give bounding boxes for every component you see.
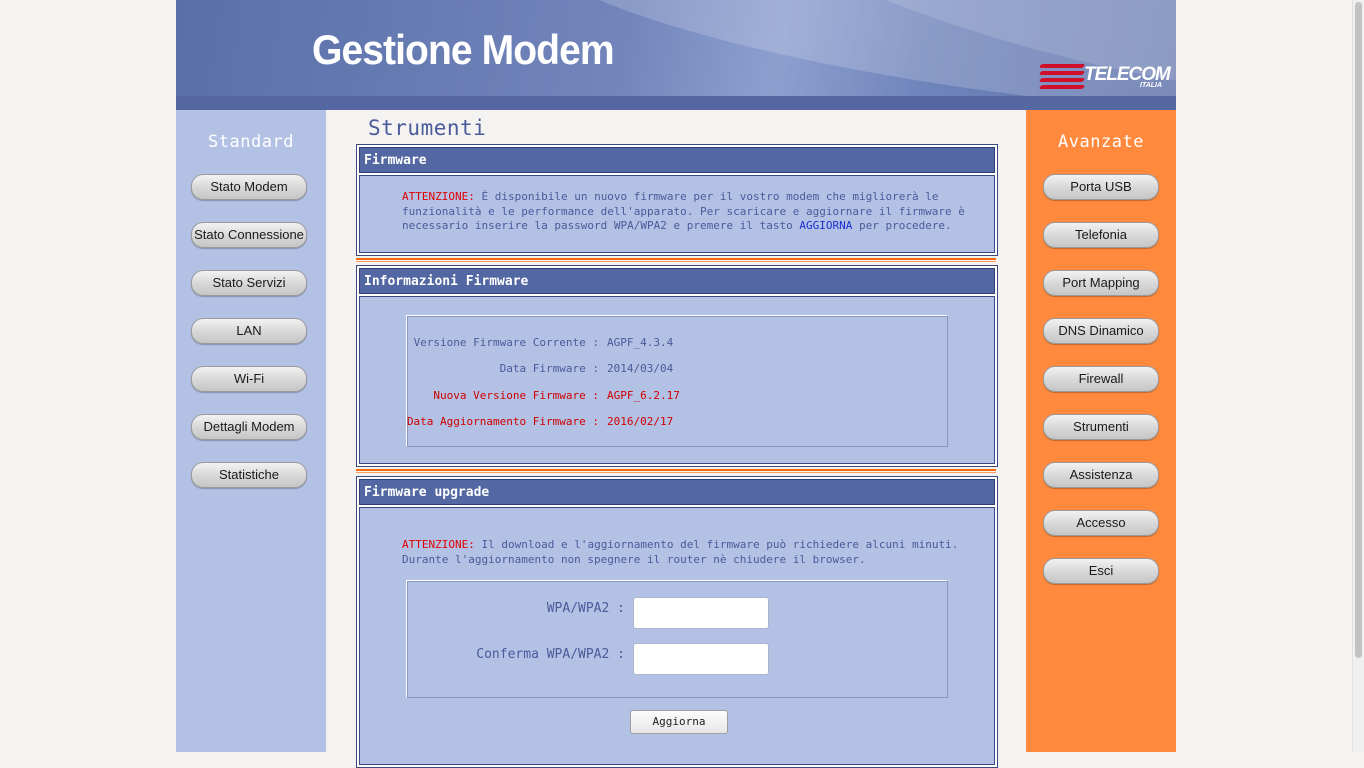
nav-porta-usb[interactable]: Porta USB — [1043, 174, 1159, 200]
vertical-scrollbar[interactable] — [1352, 0, 1364, 752]
info-value: AGPF_6.2.17 — [607, 389, 680, 402]
nav-strumenti[interactable]: Strumenti — [1043, 414, 1159, 440]
nav-stato-modem[interactable]: Stato Modem — [191, 174, 307, 200]
notice-text: È disponibile un nuovo firmware per il v… — [474, 190, 939, 203]
right-sidebar: Avanzate Porta USB Telefonia Port Mappin… — [1026, 110, 1176, 752]
section-divider — [356, 469, 996, 473]
nav-assistenza[interactable]: Assistenza — [1043, 462, 1159, 488]
left-sidebar-title: Standard — [208, 132, 294, 152]
logo-subtitle: ITALIA — [1140, 82, 1163, 89]
aggiorna-button[interactable]: Aggiorna — [630, 710, 728, 734]
firmware-info-panel: Informazioni Firmware Versione Firmware … — [356, 265, 998, 467]
right-sidebar-title: Avanzate — [1058, 132, 1144, 152]
nav-wifi[interactable]: Wi-Fi — [191, 366, 307, 392]
main-content: Strumenti Firmware ATTENZIONE: È disponi… — [326, 110, 1026, 768]
nav-firewall[interactable]: Firewall — [1043, 366, 1159, 392]
firmware-info-body: Versione Firmware Corrente : AGPF_4.3.4 … — [359, 296, 995, 464]
nav-accesso[interactable]: Accesso — [1043, 510, 1159, 536]
notice-text: Durante l'aggiornamento non spegnere il … — [402, 552, 866, 566]
nav-lan[interactable]: LAN — [191, 318, 307, 344]
firmware-upgrade-header: Firmware upgrade — [359, 479, 995, 505]
firmware-info-box: Versione Firmware Corrente : AGPF_4.3.4 … — [406, 315, 948, 447]
firmware-upgrade-panel: Firmware upgrade ATTENZIONE: Il download… — [356, 476, 998, 768]
confirm-wpa-password-input[interactable] — [633, 643, 769, 675]
nav-stato-connessione[interactable]: Stato Connessione — [191, 222, 307, 248]
page-title: Strumenti — [368, 116, 487, 140]
aggiorna-link-text: AGGIORNA — [799, 219, 853, 232]
telecom-logo: TELECOM ITALIA — [1038, 60, 1171, 94]
info-label: Data Aggiornamento Firmware : — [406, 415, 599, 428]
nav-port-mapping[interactable]: Port Mapping — [1043, 270, 1159, 296]
notice-text: Il download e l'aggiornamento del firmwa… — [474, 538, 959, 551]
attention-label: ATTENZIONE: — [402, 538, 475, 551]
left-sidebar: Standard Stato Modem Stato Connessione S… — [176, 110, 326, 752]
nav-dns-dinamico[interactable]: DNS Dinamico — [1043, 318, 1159, 344]
notice-text: necessario inserire la password WPA/WPA2… — [402, 219, 800, 232]
firmware-upgrade-body: ATTENZIONE: Il download e l'aggiornament… — [359, 507, 995, 765]
scrollbar-thumb[interactable] — [1355, 2, 1362, 658]
info-value: 2014/03/04 — [607, 362, 674, 375]
firmware-panel-header: Firmware — [359, 147, 995, 173]
nav-stato-servizi[interactable]: Stato Servizi — [191, 270, 307, 296]
notice-text: funzionalità e le performance dell'appar… — [402, 204, 965, 218]
info-label: Versione Firmware Corrente : — [413, 336, 599, 349]
firmware-panel: Firmware ATTENZIONE: È disponibile un nu… — [356, 144, 998, 256]
section-divider — [356, 258, 996, 262]
info-value: 2016/02/17 — [607, 415, 674, 428]
firmware-notice: ATTENZIONE: È disponibile un nuovo firmw… — [402, 190, 965, 234]
nav-esci[interactable]: Esci — [1043, 558, 1159, 584]
header-band — [176, 96, 1176, 110]
upgrade-notice: ATTENZIONE: Il download e l'aggiornament… — [402, 538, 958, 567]
header-banner: Gestione Modem TELECOM ITALIA — [176, 0, 1176, 110]
attention-label: ATTENZIONE: — [402, 190, 475, 203]
password-form: WPA/WPA2 : Conferma WPA/WPA2 : — [406, 580, 948, 698]
info-value: AGPF_4.3.4 — [607, 336, 674, 349]
info-label: Nuova Versione Firmware : — [433, 389, 599, 402]
wpa-label: WPA/WPA2 : — [546, 601, 625, 616]
confirm-wpa-label: Conferma WPA/WPA2 : — [476, 647, 625, 662]
nav-dettagli-modem[interactable]: Dettagli Modem — [191, 414, 307, 440]
page-frame: Gestione Modem TELECOM ITALIA Standard S… — [176, 0, 1176, 768]
info-label: Data Firmware : — [499, 362, 599, 375]
wpa-password-input[interactable] — [633, 597, 769, 629]
nav-statistiche[interactable]: Statistiche — [191, 462, 307, 488]
nav-telefonia[interactable]: Telefonia — [1043, 222, 1159, 248]
app-title: Gestione Modem — [312, 26, 615, 73]
firmware-panel-body: ATTENZIONE: È disponibile un nuovo firmw… — [359, 175, 995, 253]
firmware-info-header: Informazioni Firmware — [359, 268, 995, 294]
notice-text: per procedere. — [852, 219, 952, 232]
